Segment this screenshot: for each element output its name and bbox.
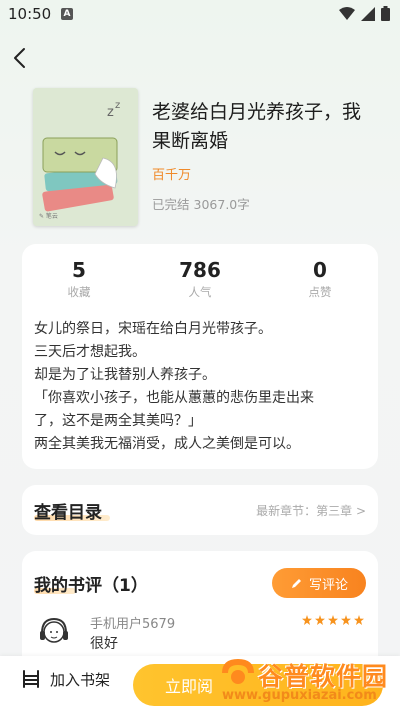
svg-text:z: z [107, 105, 114, 120]
signal-icon [361, 6, 375, 21]
reviewer-name: 手机用户5679 [90, 617, 176, 632]
synopsis-line: 「你喜欢小孩子，也能从蕙蕙的悲伤里走出来 [34, 390, 314, 406]
star-icon [315, 615, 325, 625]
svg-text:z: z [115, 100, 120, 111]
book-title-line: 果断离婚 [152, 130, 229, 152]
book-status: 已完结 [152, 197, 190, 212]
add-to-shelf-label: 加入书架 [50, 670, 111, 689]
synopsis: 女儿的祭日，宋瑶在给白月光带孩子。 三天后才想起我。 却是为了让我替别人养孩子。… [34, 318, 374, 456]
book-author[interactable]: 百千万 [152, 164, 191, 183]
write-review-button[interactable]: 写评论 [272, 568, 366, 598]
book-meta: 已完结 3067.0字 [152, 194, 254, 213]
cover-illustration: z z ✎ 笔云 [33, 88, 138, 226]
synopsis-line: 女儿的祭日，宋瑶在给白月光带孩子。 [34, 321, 272, 337]
stat-value: 786 [179, 258, 221, 282]
bookshelf-icon [23, 670, 39, 688]
review-section-title: 我的书评（1） [34, 576, 148, 596]
star-icon [354, 615, 364, 625]
battery-icon [381, 6, 390, 21]
notification-a-icon: A [61, 8, 73, 20]
stats-card: 5 收藏 786 人气 0 点赞 女儿的祭日，宋瑶在给白月光带孩子。 三天后才想… [22, 244, 378, 469]
book-title: 老婆给白月光养孩子，我 果断离婚 [152, 98, 382, 156]
status-time: 10:50 [8, 5, 52, 23]
back-button[interactable] [8, 44, 32, 72]
stat-likes: 0 点赞 [270, 258, 370, 300]
synopsis-line: 了，这不是两全其美吗？」 [34, 413, 202, 429]
synopsis-line: 三天后才想起我。 [34, 344, 146, 360]
status-bar: 10:50 A [0, 0, 400, 30]
read-now-button[interactable]: 立即阅 [133, 664, 383, 706]
stat-value: 0 [313, 258, 327, 282]
synopsis-line: 两全其美我无福消受，成人之美倒是可以。 [34, 436, 300, 452]
stat-label: 人气 [188, 285, 212, 299]
toc-title: 查看目录 [34, 503, 102, 523]
svg-text:✎ 笔云: ✎ 笔云 [39, 212, 58, 220]
bottom-action-bar: 加入书架 立即阅 [0, 656, 400, 712]
star-icon [328, 615, 338, 625]
stat-value: 5 [72, 258, 86, 282]
status-icons [339, 6, 390, 21]
avatar [36, 613, 72, 649]
add-to-shelf-button[interactable]: 加入书架 [20, 668, 110, 690]
latest-chapter-link[interactable]: 最新章节：第三章 > [256, 502, 366, 519]
stat-label: 点赞 [308, 285, 332, 299]
book-cover: z z ✎ 笔云 [33, 88, 138, 226]
book-title-line: 老婆给白月光养孩子，我 [152, 101, 362, 123]
stat-favorites: 5 收藏 [29, 258, 129, 300]
review-text: 很好 [90, 636, 118, 652]
headphones-avatar-icon [40, 617, 68, 643]
write-review-label: 写评论 [308, 577, 348, 593]
word-count: 3067.0字 [193, 197, 250, 212]
rating-stars [302, 615, 364, 625]
wifi-icon [339, 6, 355, 20]
star-icon [302, 615, 312, 625]
stat-popularity: 786 人气 [150, 258, 250, 300]
synopsis-line: 却是为了让我替别人养孩子。 [34, 367, 216, 383]
star-icon [341, 615, 351, 625]
chevron-left-icon [14, 48, 25, 68]
stat-label: 收藏 [67, 285, 91, 299]
pencil-icon [291, 578, 301, 588]
table-of-contents-card[interactable]: 查看目录 最新章节：第三章 > [22, 485, 378, 535]
